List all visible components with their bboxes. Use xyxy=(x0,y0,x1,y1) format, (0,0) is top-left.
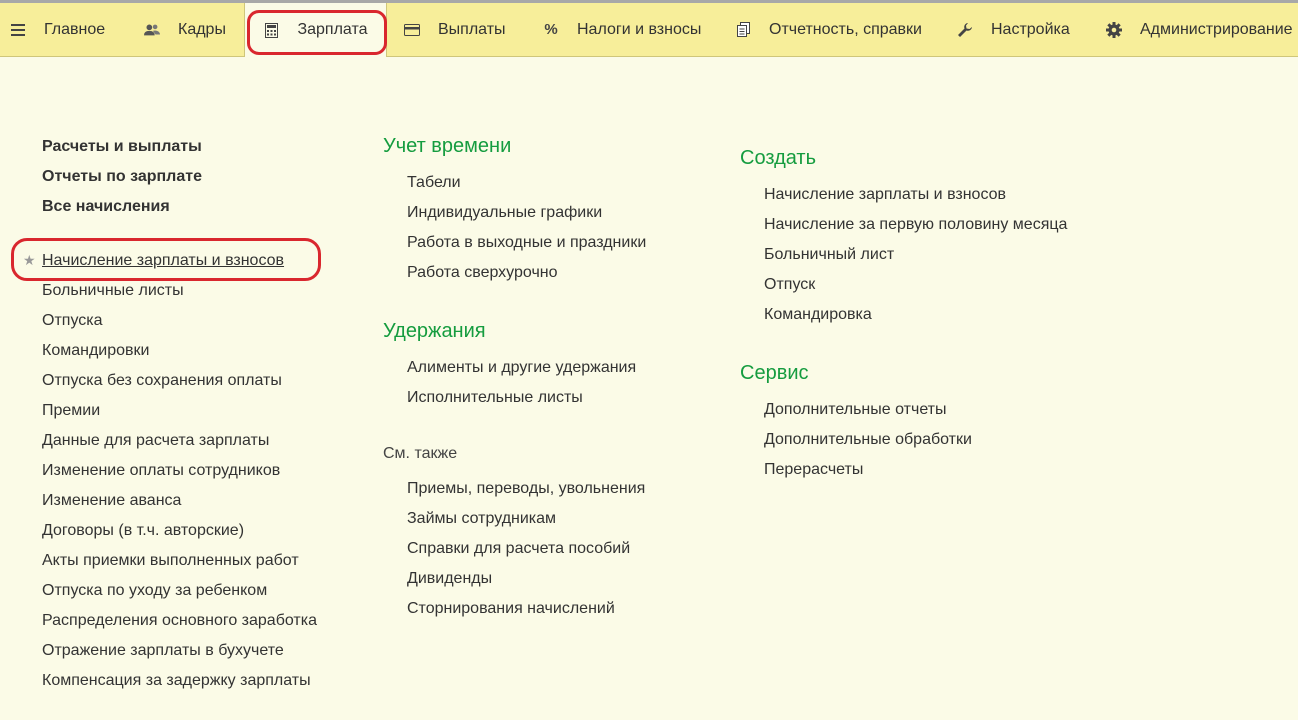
list-item[interactable]: Изменение аванса xyxy=(42,491,181,511)
list-item[interactable]: Отражение зарплаты в бухучете xyxy=(42,641,284,661)
link-all-accruals[interactable]: Все начисления xyxy=(42,197,170,217)
link-payroll-calculation[interactable]: Начисление зарплаты и взносов xyxy=(42,251,284,271)
list-item[interactable]: Справки для расчета пособий xyxy=(407,539,630,559)
tab-reports[interactable]: Отчетность, справки xyxy=(735,3,922,56)
hamburger-icon xyxy=(10,22,26,38)
tab-label: Администрирование xyxy=(1140,20,1293,38)
tab-label: Кадры xyxy=(178,20,226,38)
wrench-icon xyxy=(957,22,973,38)
list-item[interactable]: Данные для расчета зарплаты xyxy=(42,431,269,451)
list-item[interactable]: Перерасчеты xyxy=(764,460,863,480)
link-settlements-and-payments[interactable]: Расчеты и выплаты xyxy=(42,137,202,157)
tab-main[interactable]: Главное xyxy=(10,3,105,56)
list-item[interactable]: Отпуска по уходу за ребенком xyxy=(42,581,267,601)
list-item[interactable]: Сторнирования начислений xyxy=(407,599,615,619)
list-item[interactable]: Начисление за первую половину месяца xyxy=(764,215,1067,235)
tab-label: Настройка xyxy=(991,20,1070,38)
list-item[interactable]: Работа в выходные и праздники xyxy=(407,233,646,253)
list-item[interactable]: Командировка xyxy=(764,305,872,325)
list-item[interactable]: Начисление зарплаты и взносов xyxy=(764,185,1006,205)
list-item[interactable]: Табели xyxy=(407,173,461,193)
list-item[interactable]: Исполнительные листы xyxy=(407,388,583,408)
link-salary-reports[interactable]: Отчеты по зарплате xyxy=(42,167,202,187)
gear-icon xyxy=(1106,21,1122,38)
section-title-create: Создать xyxy=(740,147,817,169)
list-item[interactable]: Компенсация за задержку зарплаты xyxy=(42,671,311,691)
tab-label: Зарплата xyxy=(297,21,368,38)
tab-administration[interactable]: Администрирование xyxy=(1106,3,1293,56)
list-item[interactable]: Алименты и другие удержания xyxy=(407,358,636,378)
tab-settings[interactable]: Настройка xyxy=(957,3,1070,56)
section-title-see-also: См. также xyxy=(383,445,458,462)
percent-icon: % xyxy=(544,21,558,38)
section-title-service: Сервис xyxy=(740,362,809,384)
tab-taxes[interactable]: % Налоги и взносы xyxy=(543,3,701,56)
tab-label: Выплаты xyxy=(438,20,506,38)
list-item[interactable]: Акты приемки выполненных работ xyxy=(42,551,299,571)
tab-label: Налоги и взносы xyxy=(577,20,702,38)
favorite-star-icon[interactable]: ★ xyxy=(23,252,36,269)
list-item[interactable]: Распределения основного заработка xyxy=(42,611,317,631)
tab-personnel[interactable]: Кадры xyxy=(144,3,226,56)
list-item[interactable]: Договоры (в т.ч. авторские) xyxy=(42,521,244,541)
list-item[interactable]: Больничные листы xyxy=(42,281,184,301)
section-panel: Главное Кадры Зарплата Выплаты % Налоги … xyxy=(0,3,1298,57)
list-item[interactable]: Дополнительные отчеты xyxy=(764,400,947,420)
list-item[interactable]: Изменение оплаты сотрудников xyxy=(42,461,280,481)
tab-label: Отчетность, справки xyxy=(769,20,922,38)
people-icon xyxy=(144,22,160,38)
list-item[interactable]: Дивиденды xyxy=(407,569,492,589)
list-item[interactable]: Больничный лист xyxy=(764,245,894,265)
list-item[interactable]: Отпуск xyxy=(764,275,815,295)
list-item[interactable]: Работа сверхурочно xyxy=(407,263,558,283)
section-title-deductions: Удержания xyxy=(383,320,486,342)
calculator-icon xyxy=(263,22,279,38)
wallet-icon xyxy=(404,22,420,38)
list-item[interactable]: Приемы, переводы, увольнения xyxy=(407,479,645,499)
section-title-time-tracking: Учет времени xyxy=(383,135,512,157)
list-item[interactable]: Отпуска без сохранения оплаты xyxy=(42,371,282,391)
list-item[interactable]: Индивидуальные графики xyxy=(407,203,602,223)
tab-salary[interactable]: Зарплата xyxy=(244,3,387,57)
list-item[interactable]: Дополнительные обработки xyxy=(764,430,972,450)
list-item[interactable]: Премии xyxy=(42,401,100,421)
tab-label: Главное xyxy=(44,20,106,38)
list-item[interactable]: Отпуска xyxy=(42,311,103,331)
list-item[interactable]: Займы сотрудникам xyxy=(407,509,556,529)
documents-icon xyxy=(735,22,751,38)
tab-payments[interactable]: Выплаты xyxy=(404,3,506,56)
list-item[interactable]: Командировки xyxy=(42,341,149,361)
